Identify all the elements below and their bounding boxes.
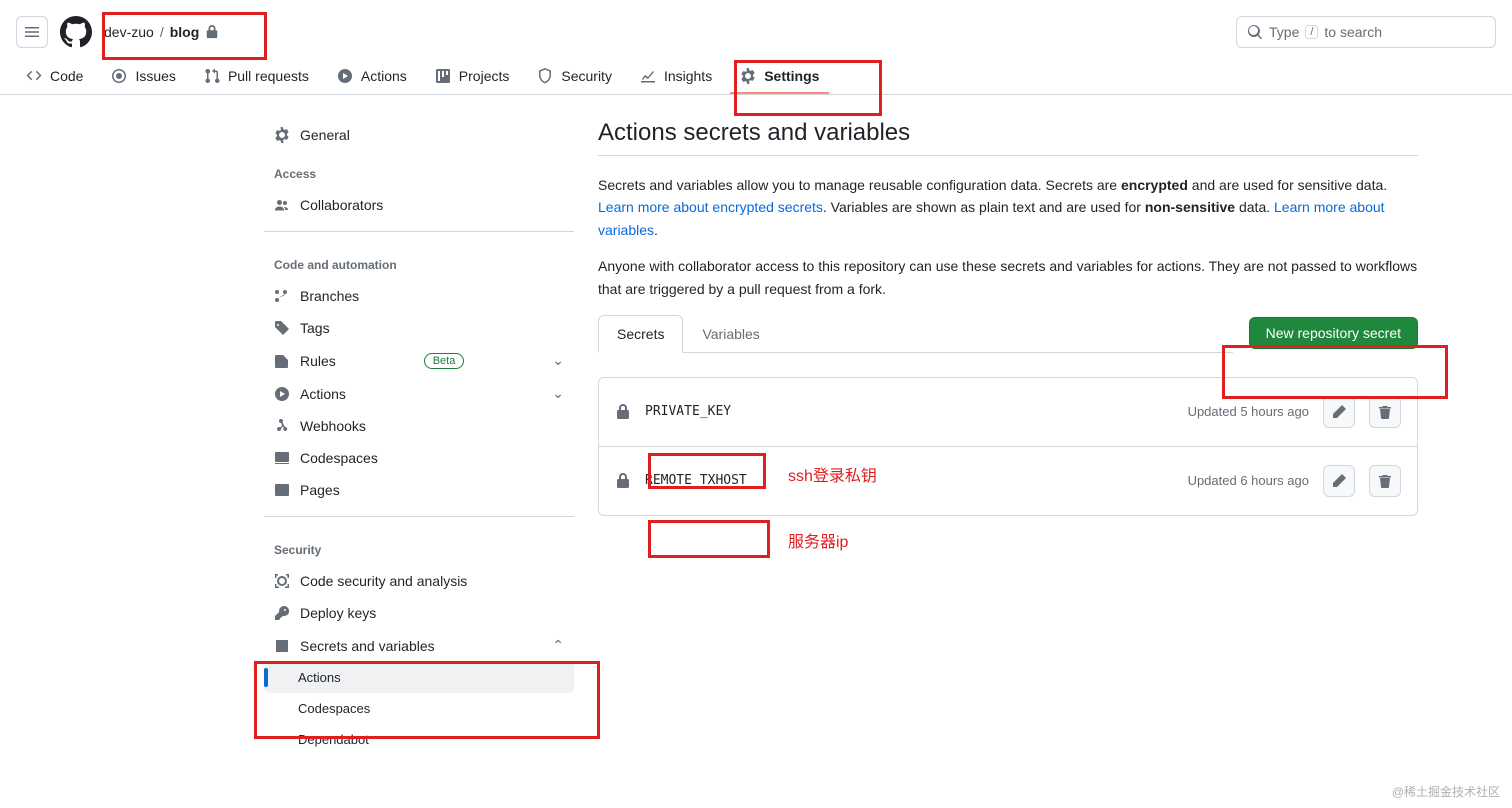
nav-issues[interactable]: Issues [101,60,185,94]
pencil-icon [1331,404,1347,420]
nav-security[interactable]: Security [527,60,622,94]
gear-icon [274,127,290,143]
pencil-icon [1331,473,1347,489]
sidebar-code-security[interactable]: Code security and analysis [264,565,574,597]
key-icon [274,605,290,621]
play-icon [274,386,290,402]
secret-icon [274,638,290,654]
codespaces-icon [274,450,290,466]
beta-badge: Beta [424,353,465,369]
tab-secrets[interactable]: Secrets [598,315,683,353]
annotation-text: 服务器ip [788,528,848,552]
chevron-down-icon: ⌄ [552,352,564,369]
chevron-down-icon: ⌄ [552,385,564,402]
tag-icon [274,320,290,336]
nav-projects[interactable]: Projects [425,60,520,94]
sidebar-secrets-variables[interactable]: Secrets and variables⌃ [264,629,574,662]
delete-secret-button[interactable] [1369,465,1401,497]
search-icon [1247,24,1263,40]
link-encrypted-secrets[interactable]: Learn more about encrypted secrets [598,199,823,215]
play-icon [337,68,353,84]
description-2: Anyone with collaborator access to this … [598,255,1418,300]
lock-icon [615,404,631,420]
secret-updated: Updated 6 hours ago [1188,473,1309,488]
annotation-box [648,453,766,489]
trash-icon [1377,404,1393,420]
watermark: @稀土掘金技术社区 [1392,783,1500,800]
sidebar-branches[interactable]: Branches [264,280,574,312]
search-prefix: Type [1269,24,1299,40]
github-logo-icon[interactable] [60,16,92,48]
sidebar-section-code: Code and automation [264,242,574,280]
nav-actions[interactable]: Actions [327,60,417,94]
pages-icon [274,482,290,498]
annotation-box [254,661,600,739]
scan-icon [274,573,290,589]
delete-secret-button[interactable] [1369,396,1401,428]
chevron-up-icon: ⌃ [552,637,564,654]
search-input[interactable]: Type / to search [1236,16,1496,48]
sidebar-tags[interactable]: Tags [264,312,574,344]
sidebar-webhooks[interactable]: Webhooks [264,410,574,442]
annotation-box [1222,345,1448,399]
code-icon [26,68,42,84]
sidebar-deploy-keys[interactable]: Deploy keys [264,597,574,629]
search-suffix: to search [1324,24,1382,40]
secret-name: PRIVATE_KEY [645,404,731,419]
page-title: Actions secrets and variables [598,119,1418,147]
sidebar-actions[interactable]: Actions⌄ [264,377,574,410]
webhook-icon [274,418,290,434]
sidebar-rules[interactable]: RulesBeta⌄ [264,344,574,377]
issues-icon [111,68,127,84]
sidebar-section-security: Security [264,527,574,565]
pr-icon [204,68,220,84]
annotation-text: ssh登录私钥 [788,462,877,486]
nav-code[interactable]: Code [16,60,93,94]
sidebar-collaborators[interactable]: Collaborators [264,189,574,221]
sidebar-pages[interactable]: Pages [264,474,574,506]
sidebar-codespaces[interactable]: Codespaces [264,442,574,474]
projects-icon [435,68,451,84]
annotation-box [734,60,882,116]
shield-icon [537,68,553,84]
edit-secret-button[interactable] [1323,396,1355,428]
nav-pull-requests[interactable]: Pull requests [194,60,319,94]
annotation-box [648,520,770,558]
people-icon [274,197,290,213]
secret-updated: Updated 5 hours ago [1188,404,1309,419]
branch-icon [274,288,290,304]
graph-icon [640,68,656,84]
tab-variables[interactable]: Variables [683,315,778,353]
trash-icon [1377,473,1393,489]
edit-secret-button[interactable] [1323,465,1355,497]
hamburger-icon [24,24,40,40]
nav-insights[interactable]: Insights [630,60,722,94]
description-1: Secrets and variables allow you to manag… [598,174,1418,241]
sidebar-section-access: Access [264,151,574,189]
sidebar-general[interactable]: General [264,119,574,151]
annotation-box [102,12,267,60]
search-key-hint: / [1305,25,1318,39]
lock-icon [615,473,631,489]
hamburger-menu[interactable] [16,16,48,48]
tabs: Secrets Variables [598,314,1233,353]
rules-icon [274,353,290,369]
